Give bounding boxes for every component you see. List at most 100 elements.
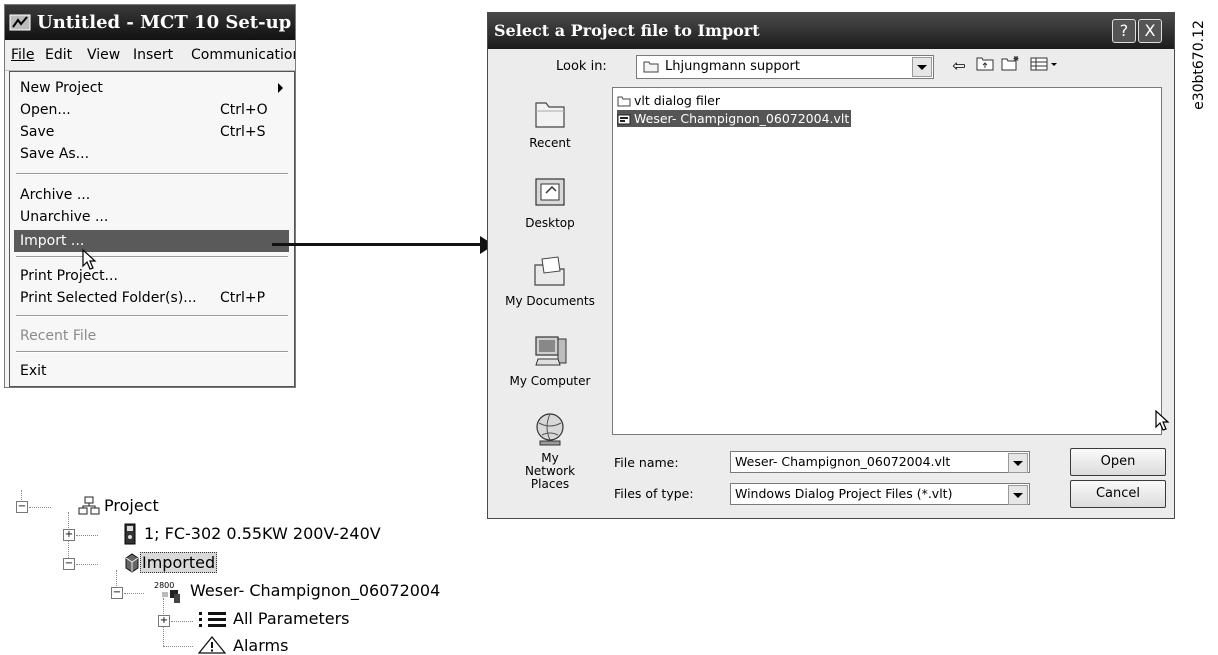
menu-communication[interactable]: Communication: [191, 40, 295, 70]
tree-node-project[interactable]: Project: [104, 496, 159, 515]
chevron-down-icon[interactable]: [1008, 453, 1028, 473]
file-type-value: Windows Dialog Project Files (*.vlt): [735, 486, 953, 501]
cancel-button[interactable]: Cancel: [1070, 480, 1166, 508]
menu-item-shortcut: Ctrl+P: [220, 290, 266, 306]
collapse-toggle[interactable]: −: [16, 501, 28, 513]
expand-toggle[interactable]: +: [63, 529, 75, 541]
menu-item-open[interactable]: Open... Ctrl+O: [14, 99, 289, 121]
menu-file[interactable]: File: [11, 40, 34, 70]
figure-id: e30bt670.12: [1184, 20, 1214, 110]
tree-node-all-parameters[interactable]: All Parameters: [233, 609, 350, 628]
place-label: My Network Places: [524, 451, 576, 491]
menu-item-print-selected[interactable]: Print Selected Folder(s)... Ctrl+P: [14, 287, 289, 309]
svg-text:2800: 2800: [154, 581, 174, 590]
place-label: My Computer: [509, 374, 591, 388]
menu-item-archive[interactable]: Archive ...: [14, 184, 289, 206]
look-in-combo[interactable]: Lhjungmann support: [636, 55, 934, 79]
folder-icon: [617, 96, 631, 107]
menu-separator: [16, 173, 288, 175]
chevron-down-icon[interactable]: [912, 57, 932, 77]
menu-edit[interactable]: Edit: [45, 40, 72, 70]
dialog-title-bar: Select a Project file to Import ? X: [488, 13, 1174, 49]
menu-item-label: Save: [20, 124, 55, 140]
tree-line: [171, 621, 193, 622]
menu-item-label: Archive ...: [20, 187, 91, 203]
desktop-icon: [535, 178, 565, 206]
place-my-documents[interactable]: My Documents: [496, 251, 604, 308]
look-in-value: Lhjungmann support: [665, 59, 800, 74]
chevron-down-icon[interactable]: [1008, 485, 1028, 505]
menu-bar: File Edit View Insert Communication: [5, 40, 295, 71]
dialog-title: Select a Project file to Import: [494, 21, 760, 40]
menu-item-import[interactable]: Import ...: [14, 230, 289, 252]
tree-node-drive[interactable]: 1; FC-302 0.55KW 200V-240V: [144, 524, 381, 543]
recent-folder-icon: [535, 102, 565, 128]
connector-arrow-line: [272, 243, 484, 246]
tree-node-imported[interactable]: Imported: [140, 552, 218, 573]
menu-item-label: Save As...: [20, 146, 90, 162]
place-label: Desktop: [525, 216, 575, 230]
menu-item-label: Recent File: [20, 328, 97, 344]
tree-line: [76, 564, 98, 565]
menu-item-unarchive[interactable]: Unarchive ...: [14, 206, 289, 228]
help-button[interactable]: ?: [1112, 19, 1136, 43]
new-folder-icon[interactable]: [1000, 55, 1022, 77]
file-type-label: Files of type:: [614, 486, 694, 501]
tree-line: [163, 646, 193, 647]
app-window: Untitled - MCT 10 Set-up Softw File Edit…: [4, 4, 296, 388]
menu-item-save-as[interactable]: Save As...: [14, 143, 289, 165]
expand-toggle[interactable]: +: [158, 615, 170, 627]
mouse-pointer-icon: [1155, 410, 1170, 431]
menu-item-new-project[interactable]: New Project: [14, 77, 289, 99]
menu-separator: [16, 256, 288, 258]
menu-item-label: Open...: [20, 102, 71, 118]
file-name-value: Weser- Champignon_06072004.vlt: [735, 454, 951, 469]
list-item-folder[interactable]: vlt dialog filer: [617, 92, 720, 109]
place-my-computer[interactable]: My Computer: [496, 331, 604, 388]
my-computer-icon: [535, 336, 567, 366]
menu-item-save[interactable]: Save Ctrl+S: [14, 121, 289, 143]
mouse-pointer-icon: [82, 249, 97, 270]
close-button[interactable]: X: [1138, 19, 1162, 43]
place-label: My Documents: [505, 294, 595, 308]
view-menu-icon[interactable]: [1028, 55, 1062, 77]
file-menu: New Project Open... Ctrl+O Save Ctrl+S S…: [9, 71, 295, 387]
place-my-network[interactable]: My Network Places: [496, 409, 604, 491]
file-name-label: File name:: [614, 455, 679, 470]
menu-item-print-project[interactable]: Print Project...: [14, 265, 289, 287]
import-dialog: Select a Project file to Import ? X Look…: [487, 12, 1175, 519]
menu-item-label: Print Selected Folder(s)...: [20, 290, 197, 306]
tree-line: [124, 593, 144, 594]
file-list[interactable]: vlt dialog filer Weser- Champignon_06072…: [612, 87, 1170, 435]
list-item-file-selected[interactable]: Weser- Champignon_06072004.vlt: [617, 110, 852, 127]
file-name-field[interactable]: Weser- Champignon_06072004.vlt: [730, 451, 1030, 473]
menu-insert[interactable]: Insert: [133, 40, 173, 70]
menu-separator: [16, 315, 288, 317]
look-in-label: Look in:: [556, 59, 607, 74]
place-recent[interactable]: Recent: [496, 93, 604, 150]
places-bar: Recent Desktop My Documents My Computer …: [496, 87, 604, 507]
menu-item-label: Exit: [20, 363, 47, 379]
file-type-select[interactable]: Windows Dialog Project Files (*.vlt): [730, 483, 1030, 505]
menu-file-label: File: [11, 47, 35, 63]
imported-package-icon: [125, 553, 139, 573]
tree-node-alarms[interactable]: Alarms: [233, 636, 288, 655]
back-arrow-icon[interactable]: ⇦: [948, 55, 970, 77]
tree-node-weser-project[interactable]: Weser- Champignon_06072004: [190, 581, 440, 600]
menu-item-label: New Project: [20, 80, 103, 96]
app-icon: [9, 14, 31, 31]
up-folder-icon[interactable]: [974, 55, 996, 77]
project-network-icon: [78, 496, 100, 515]
place-label: Recent: [529, 136, 571, 150]
menu-item-recent-file: Recent File: [14, 325, 289, 347]
menu-item-shortcut: Ctrl+O: [220, 102, 268, 118]
place-desktop[interactable]: Desktop: [496, 173, 604, 230]
menu-view[interactable]: View: [87, 40, 120, 70]
collapse-toggle[interactable]: −: [111, 587, 123, 599]
open-button[interactable]: Open: [1070, 448, 1166, 476]
collapse-toggle[interactable]: −: [63, 558, 75, 570]
menu-item-exit[interactable]: Exit: [14, 360, 289, 382]
drive-series-icon: 2800: [154, 581, 180, 603]
menu-item-label: Import ...: [20, 233, 85, 249]
figure-id-text: e30bt670.12: [1191, 20, 1207, 110]
